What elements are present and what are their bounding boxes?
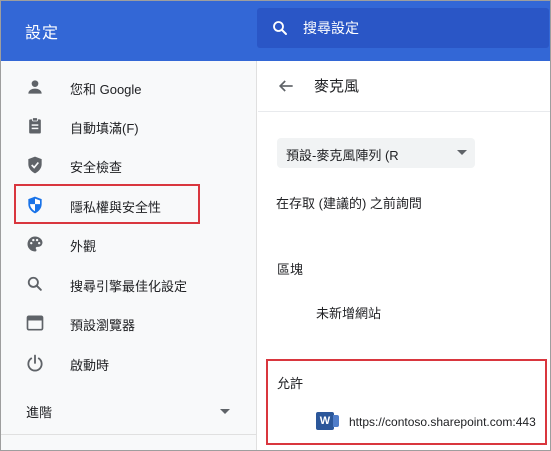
allow-section: 允許 W https://contoso.sharepoint.com:443 [266,359,547,445]
shield-check-icon [28,156,42,174]
search-input[interactable]: 搜尋設定 [257,8,549,48]
sidebar-item-search-engine[interactable]: 搜尋引擎最佳化設定 [1,263,257,303]
select-value: 預設-麥克風陣列 (R [286,148,399,163]
search-icon [273,21,287,35]
chevron-down-icon [457,150,467,155]
highlight-box [14,184,200,224]
main-panel: 麥克風 預設-麥克風陣列 (R 在存取 (建議的) 之前詢問 區塊 未新增網站 … [258,61,550,450]
word-icon: W [316,412,339,430]
sidebar-item-appearance[interactable]: 外觀 [1,223,257,263]
sidebar-item-label: 搜尋引擎最佳化設定 [70,279,188,294]
sidebar-item-label: 啟動時 [70,358,110,373]
palette-icon [27,236,43,252]
chevron-down-icon [220,409,230,414]
sidebar-item-label: 自動填滿(F) [70,121,139,136]
search-placeholder: 搜尋設定 [303,20,359,36]
block-section-title: 區塊 [277,262,304,277]
sidebar-item-you-and-google[interactable]: 您和 Google [1,66,257,106]
advanced-label: 進階 [26,405,53,420]
sidebar-item-label: 您和 Google [70,82,142,97]
page-title: 麥克風 [314,78,360,95]
sidebar-item-label: 預設瀏覽器 [70,318,136,333]
ask-before-access-label: 在存取 (建議的) 之前詢問 [276,196,422,211]
search-icon [27,276,42,291]
block-empty-text: 未新增網站 [316,306,382,321]
sidebar-item-on-startup[interactable]: 啟動時 [1,342,257,382]
site-url[interactable]: https://contoso.sharepoint.com:443 [349,415,536,429]
sidebar-item-default-browser[interactable]: 預設瀏覽器 [1,302,257,342]
back-arrow-icon[interactable] [276,76,296,96]
top-bar: 設定 搜尋設定 [1,1,550,61]
settings-window: 設定 搜尋設定 您和 Google 自動填滿(F) 安全檢查 隱私權與安全性 外… [0,0,551,451]
sidebar-item-safety-check[interactable]: 安全檢查 [1,144,257,184]
app-title: 設定 [25,25,60,42]
sidebar: 您和 Google 自動填滿(F) 安全檢查 隱私權與安全性 外觀 搜尋引擎最佳… [1,61,257,450]
allow-section-title: 允許 [277,376,304,391]
divider [258,111,550,112]
power-icon [27,354,43,372]
advanced-toggle[interactable]: 進階 [1,396,257,426]
sidebar-item-autofill[interactable]: 自動填滿(F) [1,105,257,145]
person-icon [28,80,42,94]
sidebar-item-label: 安全檢查 [70,160,123,175]
sidebar-item-label: 外觀 [70,239,97,254]
microphone-select[interactable]: 預設-麥克風陣列 (R [277,138,475,168]
browser-icon [26,315,44,331]
clipboard-icon [29,117,41,134]
divider [1,434,257,435]
